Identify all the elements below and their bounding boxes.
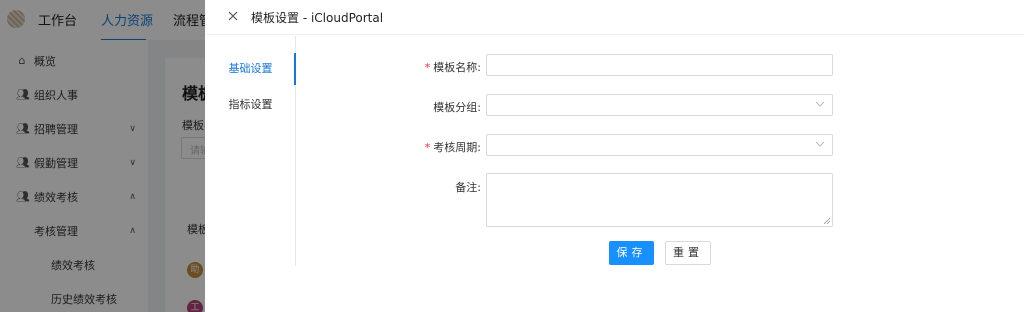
drawer-header: 模板设置 - iCloudPortal	[205, 0, 1024, 35]
assessment-cycle-label: * 考核周期:	[424, 141, 481, 154]
template-name-input[interactable]	[486, 54, 833, 76]
save-button[interactable]: 保存	[609, 241, 654, 265]
template-group-select[interactable]	[486, 94, 833, 116]
assessment-cycle-select[interactable]	[486, 134, 833, 156]
required-mark: *	[424, 61, 431, 74]
chevron-down-icon	[815, 141, 825, 147]
drawer-title: 模板设置 - iCloudPortal	[251, 11, 384, 25]
reset-button[interactable]: 重置	[665, 241, 711, 265]
template-group-label: 模板分组:	[433, 101, 481, 114]
tab-active-indicator	[294, 53, 296, 85]
chevron-down-icon	[815, 101, 825, 107]
template-name-label: * 模板名称:	[424, 61, 481, 74]
tab-indicator-settings[interactable]: 指标设置	[205, 89, 296, 121]
template-settings-drawer: 模板设置 - iCloudPortal 基础设置 指标设置 * 模板名称: 模板分…	[205, 0, 1024, 312]
settings-tabs: 基础设置 指标设置	[205, 36, 296, 266]
remark-label: 备注:	[455, 181, 481, 194]
required-mark: *	[424, 141, 431, 154]
close-icon[interactable]	[226, 9, 240, 23]
tab-basic-settings[interactable]: 基础设置	[205, 53, 296, 85]
resize-handle-icon[interactable]	[824, 218, 830, 224]
remark-textarea[interactable]	[486, 173, 833, 227]
